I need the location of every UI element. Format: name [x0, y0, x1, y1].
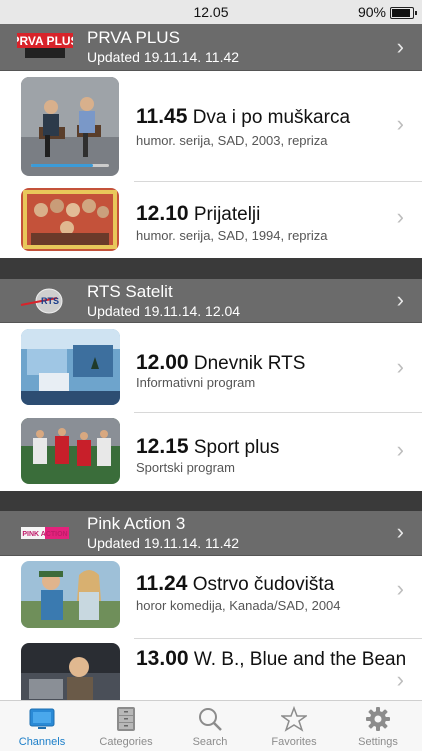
program-title: 13.00 W. B., Blue and the Bean — [136, 647, 406, 671]
search-icon — [197, 706, 223, 732]
program-thumbnail — [21, 561, 120, 628]
rts-logo-word: RTS — [41, 296, 59, 306]
chevron-right-icon: › — [396, 576, 404, 601]
tab-label: Categories — [99, 736, 153, 748]
channel-name: RTS Satelit — [87, 282, 173, 301]
tab-search[interactable]: Search — [168, 701, 252, 751]
program-name: W. B., Blue and the Bean — [193, 649, 407, 670]
star-icon — [279, 705, 309, 732]
gear-icon — [365, 706, 391, 732]
chevron-right-icon: › — [396, 204, 404, 229]
channel-list[interactable]: PRVA PLUS PRVA PLUS Updated 19.11.14. 11… — [0, 24, 422, 700]
program-row[interactable]: 13.00 W. B., Blue and the Bean › — [0, 639, 422, 700]
tab-favorites[interactable]: Favorites — [252, 701, 336, 751]
program-title: 11.24 Ostrvo čudovišta — [136, 572, 334, 596]
program-subtitle: Sportski program — [136, 460, 235, 475]
program-row[interactable]: 12.00 Dnevnik RTS Informativni program › — [0, 323, 422, 413]
section-separator — [0, 491, 422, 511]
chevron-right-icon: › — [396, 354, 404, 379]
program-subtitle: humor. serija, SAD, 1994, repriza — [136, 228, 328, 243]
program-row[interactable]: 12.10 Prijatelji humor. serija, SAD, 199… — [0, 182, 422, 258]
program-title: 11.45 Dva i po muškarca — [136, 105, 350, 129]
program-time: 11.45 — [136, 105, 188, 128]
tab-label: Settings — [358, 736, 398, 748]
progress-bar — [31, 164, 109, 167]
program-name: Dnevnik RTS — [193, 353, 306, 374]
status-bar: 12.05 90% — [0, 0, 422, 24]
battery-icon — [390, 7, 417, 19]
channel-header-rts-satelit[interactable]: RTS RTS Satelit Updated 19.11.14. 12.04 … — [0, 279, 422, 323]
program-time: 13.00 — [136, 647, 189, 670]
tab-label: Favorites — [271, 736, 317, 748]
chevron-right-icon: › — [396, 34, 404, 59]
program-name: Dva i po muškarca — [192, 107, 351, 128]
cabinet-icon — [113, 706, 139, 732]
tab-settings[interactable]: Settings — [336, 701, 420, 751]
channel-updated: Updated 19.11.14. 12.04 — [87, 303, 241, 319]
program-time: 12.00 — [136, 351, 189, 374]
program-name: Sport plus — [193, 437, 280, 458]
chevron-right-icon: › — [396, 111, 404, 136]
pink-action-logo: PINK ACTION — [16, 519, 74, 547]
program-thumbnail — [21, 418, 120, 484]
program-row[interactable]: 12.15 Sport plus Sportski program › — [0, 413, 422, 491]
channel-updated: Updated 19.11.14. 11.42 — [87, 535, 240, 551]
rts-logo: RTS — [16, 287, 74, 315]
tab-label: Channels — [18, 736, 66, 748]
program-thumbnail — [21, 643, 120, 700]
tab-categories[interactable]: Categories — [84, 701, 168, 751]
channel-updated: Updated 19.11.14. 11.42 — [87, 49, 240, 65]
tab-channels[interactable]: Channels — [0, 701, 84, 751]
program-title: 12.10 Prijatelji — [136, 202, 260, 226]
channel-header-prva-plus[interactable]: PRVA PLUS PRVA PLUS Updated 19.11.14. 11… — [0, 24, 422, 71]
program-title: 12.00 Dnevnik RTS — [136, 351, 305, 375]
tab-label: Search — [192, 736, 228, 748]
program-title: 12.15 Sport plus — [136, 435, 279, 459]
program-thumbnail — [21, 329, 120, 405]
program-row[interactable]: 11.45 Dva i po muškarca humor. serija, S… — [0, 71, 422, 182]
section-separator — [0, 258, 422, 279]
program-subtitle: humor. serija, SAD, 2003, repriza — [136, 133, 328, 148]
channel-name: PRVA PLUS — [87, 28, 180, 47]
program-time: 12.15 — [136, 435, 189, 458]
program-name: Ostrvo čudovišta — [192, 574, 335, 595]
chevron-right-icon: › — [396, 667, 404, 692]
program-time: 11.24 — [136, 572, 188, 595]
program-subtitle: horor komedija, Kanada/SAD, 2004 — [136, 598, 341, 613]
chevron-right-icon: › — [396, 519, 404, 544]
prva-logo-word: PRVA PLUS — [17, 34, 73, 48]
battery-percentage: 90% — [357, 4, 386, 20]
chevron-right-icon: › — [396, 287, 404, 312]
tv-icon — [29, 706, 55, 732]
pink-logo-word: PINK ACTION — [22, 531, 67, 538]
tab-bar: Channels Categories Search Favorites Set… — [0, 700, 422, 751]
channel-header-pink-action-3[interactable]: PINK ACTION Pink Action 3 Updated 19.11.… — [0, 511, 422, 556]
chevron-right-icon: › — [396, 437, 404, 462]
program-thumbnail — [21, 77, 119, 176]
prva-plus-logo: PRVA PLUS — [16, 32, 74, 60]
channel-name: Pink Action 3 — [87, 514, 186, 533]
program-row[interactable]: 11.24 Ostrvo čudovišta horor komedija, K… — [0, 556, 422, 639]
program-name: Prijatelji — [193, 204, 261, 225]
program-time: 12.10 — [136, 202, 189, 225]
program-thumbnail — [21, 188, 119, 251]
program-subtitle: Informativni program — [136, 375, 256, 390]
